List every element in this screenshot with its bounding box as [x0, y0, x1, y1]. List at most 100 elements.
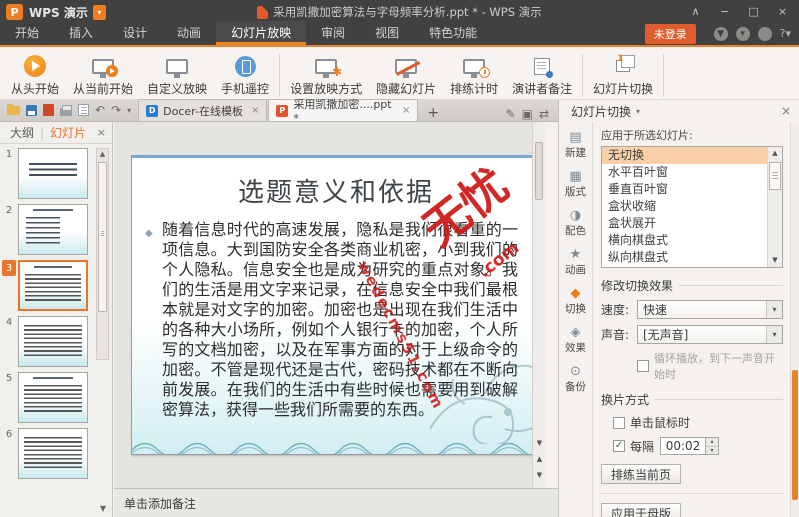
download-icon[interactable]: ▼	[713, 26, 728, 41]
new-tab-button[interactable]: +	[419, 105, 447, 121]
interval-stepper[interactable]: ▴ ▾	[706, 437, 720, 455]
slide-thumb-2[interactable]: 2	[0, 204, 94, 255]
chevron-down-icon[interactable]: ▾	[766, 301, 782, 318]
close-pane-icon[interactable]: ×	[781, 104, 791, 118]
loop-checkbox[interactable]	[637, 360, 649, 372]
interval-input[interactable]: 00:02	[660, 437, 707, 455]
transition-option-blinds-h[interactable]: 水平百叶窗	[602, 164, 767, 181]
strip-item-color[interactable]: ◑ 配色	[559, 204, 593, 243]
slide-thumb-1[interactable]: 1	[0, 148, 94, 199]
thumbnail-scrollbar[interactable]: ▲	[96, 148, 109, 360]
sound-select[interactable]: [无声音] ▾	[637, 325, 783, 344]
every-checkbox[interactable]: ✓	[613, 440, 625, 452]
strip-item-effect[interactable]: ◈ 效果	[559, 321, 593, 360]
doc-tab-current[interactable]: P 采用凯撒加密....ppt * ×	[268, 98, 419, 125]
scroll-up-icon[interactable]: ▲	[768, 147, 782, 160]
tab-animation[interactable]: 动画	[162, 21, 216, 45]
slide-thumb-4[interactable]: 4	[0, 316, 94, 367]
help-icon[interactable]: ?▾	[780, 27, 791, 40]
tab-special-features[interactable]: 特色功能	[414, 21, 492, 45]
slide-thumb-6[interactable]: 6	[0, 428, 94, 479]
layout-icon[interactable]: ▣	[522, 107, 533, 121]
transition-option-checker-v[interactable]: 纵向棋盘式	[602, 249, 767, 266]
strip-item-transition[interactable]: ◆ 切换	[559, 282, 593, 321]
switch-window-icon[interactable]: ⇄	[539, 107, 549, 121]
transition-option-box-in[interactable]: 盒状收缩	[602, 198, 767, 215]
scroll-down-icon[interactable]: ▼	[768, 254, 782, 267]
outline-tab[interactable]: 大纲	[6, 124, 38, 141]
slide-transition-button[interactable]: 1 幻灯片切换	[586, 52, 660, 99]
listbox-scrollbar[interactable]: ▲ ▼	[767, 147, 782, 267]
tab-view[interactable]: 视图	[360, 21, 414, 45]
rehearse-timing-button[interactable]: 排练计时	[443, 52, 505, 99]
slide-thumb-3[interactable]: 3	[0, 260, 94, 311]
hide-slide-button[interactable]: 隐藏幻灯片	[369, 52, 443, 99]
doc-tab-docer[interactable]: D Docer-在线模板 ×	[138, 99, 268, 121]
collapse-ribbon-button[interactable]: ∧	[681, 0, 710, 22]
quick-access-more-icon[interactable]: ▾	[127, 106, 131, 115]
slide-canvas[interactable]: 选题意义和依据 ◆ 随着信息时代的高速发展，隐私是我们很看重的一项信息。大到国防…	[131, 155, 541, 455]
tab-insert[interactable]: 插入	[54, 21, 108, 45]
slide-thumb-5[interactable]: 5	[0, 372, 94, 423]
redo-icon[interactable]: ↷	[111, 103, 121, 117]
strip-item-backup[interactable]: ⊙ 备份	[559, 360, 593, 399]
theme-icon[interactable]: ▾	[735, 26, 750, 41]
tab-design[interactable]: 设计	[108, 21, 162, 45]
scroll-down-icon[interactable]: ▼	[533, 436, 546, 450]
login-button[interactable]: 未登录	[644, 23, 696, 44]
from-current-button[interactable]: 从当前开始	[66, 52, 140, 99]
app-menu-caret-icon[interactable]: ▾	[92, 4, 106, 20]
export-pdf-icon[interactable]	[43, 104, 54, 116]
close-tab-icon[interactable]: ×	[402, 105, 410, 116]
transition-option-box-out[interactable]: 盒状展开	[602, 215, 767, 232]
tab-review[interactable]: 审阅	[306, 21, 360, 45]
open-file-icon[interactable]	[7, 103, 20, 115]
setup-show-button[interactable]: ✱ 设置放映方式	[283, 52, 369, 99]
print-icon[interactable]	[60, 104, 72, 116]
slides-tab[interactable]: 幻灯片	[46, 124, 90, 141]
from-beginning-button[interactable]: 从头开始	[4, 52, 66, 99]
tab-home[interactable]: 开始	[0, 21, 54, 45]
spin-up-icon[interactable]: ▴	[706, 438, 719, 447]
pane-caret-icon[interactable]: ▾	[636, 107, 640, 116]
slide-body-text[interactable]: ◆ 随着信息时代的高速发展，隐私是我们很看重的一项信息。大到国防安全各类商业机密…	[145, 220, 518, 420]
skin-icon[interactable]	[757, 26, 772, 41]
task-pane-scrollbar[interactable]	[790, 122, 799, 517]
scrollbar-thumb[interactable]	[792, 370, 798, 500]
scroll-up-icon[interactable]: ▲	[97, 149, 108, 160]
speaker-notes-button[interactable]: 演讲者备注	[505, 52, 579, 99]
undo-icon[interactable]: ↶	[95, 103, 105, 117]
tab-slideshow[interactable]: 幻灯片放映	[216, 21, 307, 45]
speed-select[interactable]: 快速 ▾	[637, 300, 783, 319]
scrollbar-thumb[interactable]	[98, 162, 107, 312]
transition-option-none[interactable]: 无切换	[602, 147, 767, 164]
custom-show-button[interactable]: 自定义放映	[140, 52, 214, 99]
scrollbar-thumb[interactable]	[769, 162, 781, 190]
maximize-button[interactable]: □	[739, 0, 768, 22]
previous-slide-icon[interactable]: ▲	[533, 452, 546, 466]
spin-down-icon[interactable]: ▾	[706, 446, 719, 454]
notes-area[interactable]: 单击添加备注	[114, 488, 558, 517]
strip-item-animation[interactable]: ★ 动画	[559, 243, 593, 282]
close-panel-icon[interactable]: ×	[97, 126, 106, 139]
apply-to-master-button[interactable]: 应用于母版	[601, 503, 682, 517]
rehearse-current-button[interactable]: 排练当前页	[601, 464, 682, 484]
close-button[interactable]: ×	[768, 0, 797, 22]
strip-item-layout[interactable]: ▦ 版式	[559, 165, 593, 204]
pin-icon[interactable]: ✎	[506, 107, 516, 121]
transition-option-blinds-v[interactable]: 垂直百叶窗	[602, 181, 767, 198]
next-slide-icon[interactable]: ▼	[533, 468, 546, 482]
on-click-checkbox[interactable]	[613, 416, 625, 429]
save-icon[interactable]	[26, 104, 37, 116]
chevron-down-icon[interactable]: ▾	[766, 326, 782, 343]
minimize-button[interactable]: −	[710, 0, 739, 22]
close-tab-icon[interactable]: ×	[251, 105, 259, 116]
tabbar-right-tools: ✎ ▣ ⇄	[503, 107, 558, 121]
edit-area-scrollbar[interactable]: ▼ ▲ ▼	[532, 122, 545, 488]
strip-item-new[interactable]: ▤ 新建	[559, 126, 593, 165]
scrollbar-thumb[interactable]	[535, 142, 543, 200]
scroll-down-icon[interactable]: ▼	[100, 504, 106, 513]
print-preview-icon[interactable]	[78, 104, 89, 116]
transition-option-checker-h[interactable]: 横向棋盘式	[602, 232, 767, 249]
phone-remote-button[interactable]: 手机遥控	[214, 52, 276, 99]
